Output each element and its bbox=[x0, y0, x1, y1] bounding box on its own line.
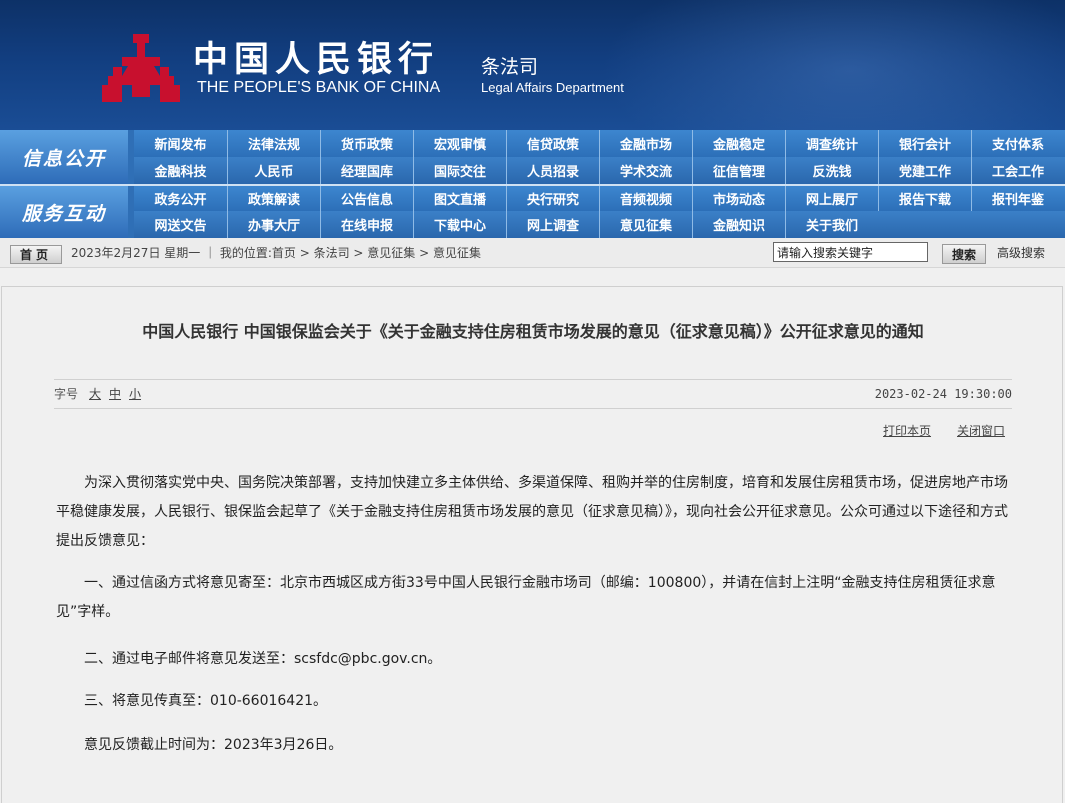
nav-item[interactable]: 工会工作 bbox=[971, 157, 1064, 184]
nav-item[interactable]: 网送文告 bbox=[134, 211, 227, 238]
nav-item[interactable]: 意见征集 bbox=[599, 211, 692, 238]
nav-item[interactable]: 市场动态 bbox=[692, 186, 785, 211]
close-window-link[interactable]: 关闭窗口 bbox=[957, 423, 1005, 439]
nav-item[interactable]: 金融知识 bbox=[692, 211, 785, 238]
article-meta-bar: 字号 大 中 小 2023-02-24 19:30:00 bbox=[54, 379, 1012, 409]
nav-row: 新闻发布 法律法规 货币政策 宏观审慎 信贷政策 金融市场 金融稳定 调查统计 … bbox=[134, 130, 1065, 157]
print-page-link[interactable]: 打印本页 bbox=[883, 423, 931, 439]
search-button[interactable]: 搜索 bbox=[942, 244, 986, 264]
nav-item[interactable]: 反洗钱 bbox=[785, 157, 878, 184]
nav-row: 网送文告 办事大厅 在线申报 下载中心 网上调查 意见征集 金融知识 关于我们 bbox=[134, 211, 1065, 238]
font-size-small-link[interactable]: 小 bbox=[129, 386, 141, 402]
nav-item[interactable]: 征信管理 bbox=[692, 157, 785, 184]
nav-section-label: 服务互动 bbox=[0, 186, 128, 238]
nav-item[interactable]: 办事大厅 bbox=[227, 211, 320, 238]
advanced-search-link[interactable]: 高级搜索 bbox=[997, 244, 1045, 262]
nav-item[interactable]: 人员招录 bbox=[506, 157, 599, 184]
font-size-label: 字号 bbox=[54, 387, 79, 401]
nav-item[interactable]: 党建工作 bbox=[878, 157, 971, 184]
nav-item[interactable]: 下载中心 bbox=[413, 211, 506, 238]
department-name-cn: 条法司 bbox=[481, 56, 539, 78]
nav-section-label: 信息公开 bbox=[0, 130, 128, 184]
nav-row: 政务公开 政策解读 公告信息 图文直播 央行研究 音频视频 市场动态 网上展厅 … bbox=[134, 186, 1065, 211]
font-size-medium-link[interactable]: 中 bbox=[109, 386, 121, 402]
article-paragraph: 二、通过电子邮件将意见发送至：scsfdc@pbc.gov.cn。 bbox=[84, 651, 442, 667]
nav-item[interactable]: 央行研究 bbox=[506, 186, 599, 211]
home-button[interactable]: 首页 bbox=[10, 245, 62, 264]
nav-item[interactable]: 公告信息 bbox=[320, 186, 413, 211]
pboc-logo-icon bbox=[102, 34, 180, 102]
nav-item[interactable]: 政策解读 bbox=[227, 186, 320, 211]
nav-item[interactable]: 网上调查 bbox=[506, 211, 599, 238]
nav-item[interactable]: 新闻发布 bbox=[134, 130, 227, 157]
article-paragraph: 意见反馈截止时间为：2023年3月26日。 bbox=[84, 737, 343, 753]
article-paragraph: 一、通过信函方式将意见寄至：北京市西城区成方街33号中国人民银行金融市场司（邮编… bbox=[56, 575, 996, 620]
nav-item[interactable]: 图文直播 bbox=[413, 186, 506, 211]
nav-item[interactable]: 法律法规 bbox=[227, 130, 320, 157]
nav-row: 金融科技 人民币 经理国库 国际交往 人员招录 学术交流 征信管理 反洗钱 党建… bbox=[134, 157, 1065, 184]
nav-item[interactable]: 关于我们 bbox=[785, 211, 878, 238]
font-size-large-link[interactable]: 大 bbox=[89, 386, 101, 402]
article-title: 中国人民银行 中国银保监会关于《关于金融支持住房租赁市场发展的意见（征求意见稿）… bbox=[142, 322, 924, 341]
nav-item[interactable]: 宏观审慎 bbox=[413, 130, 506, 157]
publish-date: 2023-02-24 19:30:00 bbox=[874, 387, 1012, 401]
search-input[interactable] bbox=[773, 242, 928, 262]
nav-item[interactable]: 政务公开 bbox=[134, 186, 227, 211]
nav-item[interactable]: 金融稳定 bbox=[692, 130, 785, 157]
nav-item[interactable]: 国际交往 bbox=[413, 157, 506, 184]
nav-item[interactable]: 金融市场 bbox=[599, 130, 692, 157]
nav-item[interactable]: 音频视频 bbox=[599, 186, 692, 211]
nav-item[interactable]: 金融科技 bbox=[134, 157, 227, 184]
nav-section-service-interaction: 服务互动 政务公开 政策解读 公告信息 图文直播 央行研究 音频视频 市场动态 … bbox=[0, 186, 1065, 238]
article-paragraph: 为深入贯彻落实党中央、国务院决策部署，支持加快建立多主体供给、多渠道保障、租购并… bbox=[56, 475, 1008, 549]
department-name-en: Legal Affairs Department bbox=[481, 80, 624, 95]
bank-name-en: THE PEOPLE'S BANK OF CHINA bbox=[197, 79, 441, 96]
breadcrumb: 2023年2月27日 星期一 ｜ 我的位置:首页 > 条法司 > 意见征集 > … bbox=[71, 246, 481, 260]
nav-section-info-disclosure: 信息公开 新闻发布 法律法规 货币政策 宏观审慎 信贷政策 金融市场 金融稳定 … bbox=[0, 130, 1065, 184]
info-bar: 首页 2023年2月27日 星期一 ｜ 我的位置:首页 > 条法司 > 意见征集… bbox=[0, 238, 1065, 268]
nav-item[interactable]: 调查统计 bbox=[785, 130, 878, 157]
article-container: 中国人民银行 中国银保监会关于《关于金融支持住房租赁市场发展的意见（征求意见稿）… bbox=[1, 286, 1063, 803]
nav-item[interactable]: 报刊年鉴 bbox=[971, 186, 1064, 211]
nav-item[interactable]: 经理国库 bbox=[320, 157, 413, 184]
header-banner: 中国人民银行 THE PEOPLE'S BANK OF CHINA 条法司 Le… bbox=[0, 0, 1065, 130]
nav-item[interactable]: 学术交流 bbox=[599, 157, 692, 184]
nav-item[interactable]: 信贷政策 bbox=[506, 130, 599, 157]
nav-item[interactable]: 人民币 bbox=[227, 157, 320, 184]
nav-item[interactable]: 支付体系 bbox=[971, 130, 1064, 157]
nav-item[interactable]: 报告下载 bbox=[878, 186, 971, 211]
nav-item[interactable]: 在线申报 bbox=[320, 211, 413, 238]
main-navigation: 信息公开 新闻发布 法律法规 货币政策 宏观审慎 信贷政策 金融市场 金融稳定 … bbox=[0, 130, 1065, 238]
article-paragraph: 三、将意见传真至：010-66016421。 bbox=[84, 693, 328, 709]
nav-item[interactable]: 网上展厅 bbox=[785, 186, 878, 211]
nav-item[interactable]: 货币政策 bbox=[320, 130, 413, 157]
bank-name-cn: 中国人民银行 bbox=[193, 39, 440, 80]
nav-item[interactable]: 银行会计 bbox=[878, 130, 971, 157]
